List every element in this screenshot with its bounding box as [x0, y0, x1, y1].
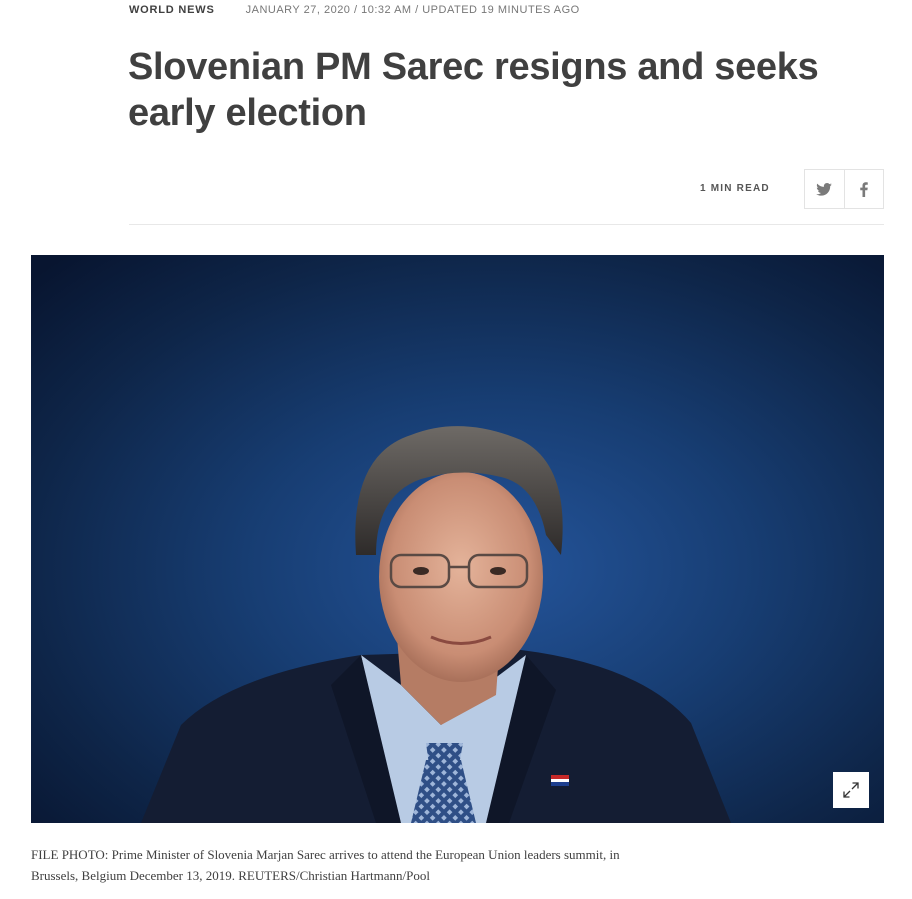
header-divider: [129, 224, 884, 225]
facebook-icon: [860, 181, 868, 197]
expand-icon: [843, 782, 859, 798]
expand-photo-button[interactable]: [833, 772, 869, 808]
read-time: 1 MIN READ: [700, 183, 770, 194]
article-photo: [31, 255, 884, 823]
twitter-icon: [816, 182, 833, 196]
twitter-share-button[interactable]: [805, 170, 844, 208]
share-bar: [804, 169, 884, 209]
article-dateline: JANUARY 27, 2020 / 10:32 AM / UPDATED 19…: [245, 4, 580, 16]
facebook-share-button[interactable]: [843, 170, 884, 208]
photo-caption: FILE PHOTO: Prime Minister of Slovenia M…: [31, 847, 620, 883]
article-headline: Slovenian PM Sarec resigns and seeks ear…: [128, 46, 819, 134]
section-link[interactable]: WORLD NEWS: [129, 4, 215, 16]
article-meta: WORLD NEWS JANUARY 27, 2020 / 10:32 AM /…: [129, 3, 580, 17]
portrait-illustration: [31, 255, 884, 823]
